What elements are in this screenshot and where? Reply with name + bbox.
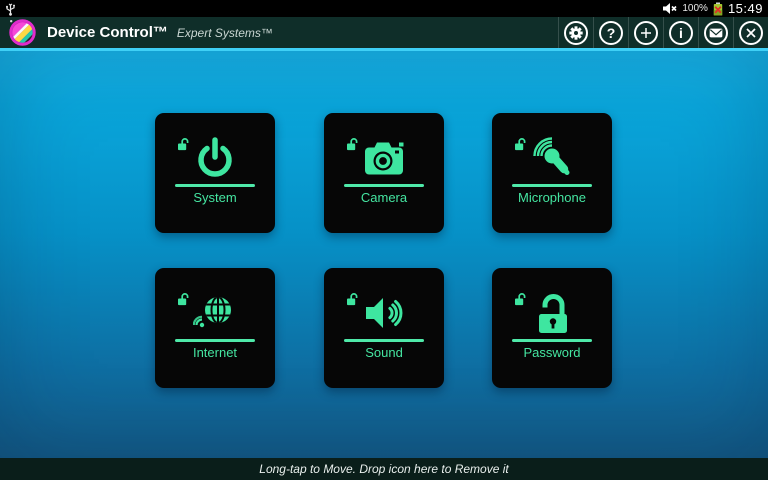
tile-underline [344, 184, 424, 187]
info-icon: i [669, 20, 693, 45]
tile-system[interactable]: System [155, 113, 275, 233]
settings-button[interactable] [558, 17, 593, 48]
unlocked-badge-icon [515, 138, 526, 151]
info-button[interactable]: i [663, 17, 698, 48]
drop-hint: Long-tap to Move. Drop icon here to Remo… [259, 462, 509, 476]
volume-muted-icon [663, 3, 677, 14]
speaker-icon [366, 298, 403, 328]
tile-password[interactable]: Password [492, 268, 612, 388]
microphone-icon [533, 137, 570, 175]
tile-sound[interactable]: Sound [324, 268, 444, 388]
unlocked-badge-icon [347, 138, 358, 151]
tile-label: Microphone [518, 190, 586, 205]
device-control-logo [9, 19, 36, 46]
app-subtitle: Expert Systems™ [176, 26, 273, 40]
device-control-screen: 100% 15:49 Device Control™ Expert System… [0, 0, 768, 480]
unlocked-badge-icon [178, 293, 189, 306]
padlock-icon [539, 294, 567, 333]
close-button[interactable] [733, 17, 768, 48]
tile-underline [512, 184, 592, 187]
tile-label: Password [523, 345, 581, 360]
clock: 15:49 [727, 1, 763, 16]
tile-camera[interactable]: Camera [324, 113, 444, 233]
add-button[interactable] [628, 17, 663, 48]
mail-icon [704, 20, 728, 45]
title-block: Device Control™ Expert Systems™ [47, 24, 273, 41]
tile-label: Camera [360, 190, 408, 205]
camera-icon [365, 142, 404, 175]
tile-label: Internet [192, 345, 238, 360]
tile-underline [175, 339, 255, 342]
power-icon [198, 137, 232, 177]
tile-microphone[interactable]: Microphone [492, 113, 612, 233]
tile-underline [344, 339, 424, 342]
tile-underline [512, 339, 592, 342]
usb-icon [6, 2, 15, 16]
remove-drop-bar[interactable]: Long-tap to Move. Drop icon here to Remo… [0, 458, 768, 480]
help-button[interactable]: ? [593, 17, 628, 48]
battery-percent: 100% [682, 3, 708, 14]
status-bar: 100% 15:49 [0, 0, 768, 17]
appbar-actions: ? i [558, 17, 768, 48]
app-bar: Device Control™ Expert Systems™ ? i [0, 17, 768, 48]
tile-internet[interactable]: Internet [155, 268, 275, 388]
tile-underline [175, 184, 255, 187]
mail-button[interactable] [698, 17, 733, 48]
plus-icon [634, 20, 658, 45]
close-icon [739, 20, 763, 45]
gear-icon [564, 20, 588, 45]
unlocked-badge-icon [178, 138, 189, 151]
battery-error-icon [713, 2, 723, 15]
tile-label: System [193, 190, 237, 205]
desktop-area: System Camera Microphone Internet Sound … [0, 48, 768, 458]
unlocked-badge-icon [347, 293, 358, 306]
globe-icon [193, 297, 231, 328]
unlocked-badge-icon [515, 293, 526, 306]
question-icon: ? [599, 20, 623, 45]
tile-label: Sound [365, 345, 403, 360]
app-title: Device Control™ [47, 24, 168, 41]
